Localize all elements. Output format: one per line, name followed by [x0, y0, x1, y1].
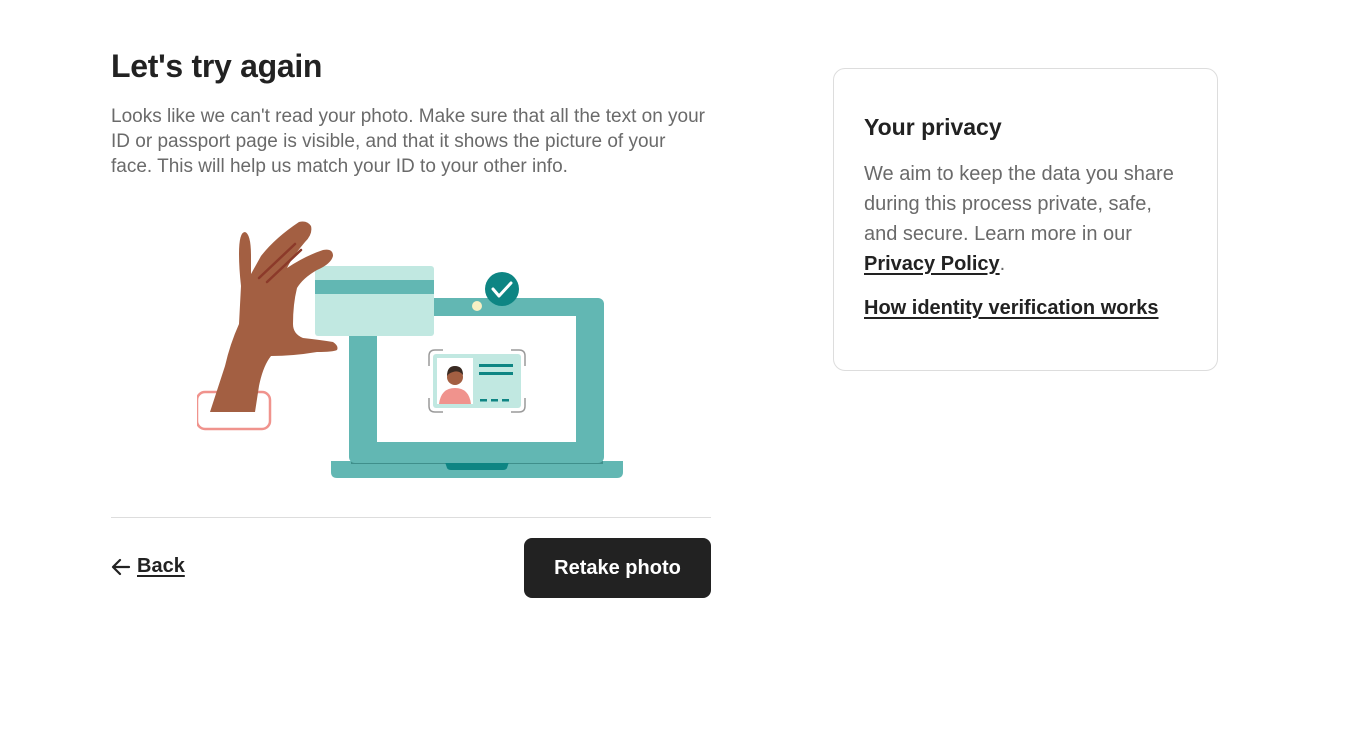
privacy-body: We aim to keep the data you share during… [864, 163, 1174, 245]
privacy-title: Your privacy [864, 114, 1002, 140]
page-description: Looks like we can't read your photo. Mak… [111, 106, 706, 177]
page-title: Let's try again [111, 48, 323, 84]
check-circle-icon [485, 272, 519, 306]
how-verification-works-link[interactable]: How identity verification works [864, 297, 1159, 320]
id-dash-1 [480, 399, 487, 402]
arrow-left-icon [111, 557, 131, 577]
back-link[interactable]: Back [111, 555, 185, 578]
back-label: Back [137, 555, 185, 577]
retake-photo-button[interactable]: Retake photo [524, 538, 711, 598]
privacy-policy-link[interactable]: Privacy Policy [864, 253, 1000, 275]
id-line-1 [479, 364, 513, 367]
page: Let's try again Looks like we can't read… [0, 0, 1363, 736]
privacy-text: We aim to keep the data you share during… [864, 159, 1187, 279]
id-photo-illustration [197, 221, 623, 478]
laptop-camera [472, 301, 482, 311]
privacy-card: Your privacy We aim to keep the data you… [833, 68, 1218, 371]
id-line-2 [479, 372, 513, 375]
laptop-notch [445, 462, 509, 470]
id-dash-3 [502, 399, 509, 402]
held-id-card-stripe [315, 280, 434, 294]
held-id-card [315, 266, 434, 336]
privacy-period: . [999, 253, 1006, 275]
id-dash-2 [491, 399, 498, 402]
main-content: Let's try again Looks like we can't read… [111, 44, 711, 598]
divider [111, 517, 711, 518]
